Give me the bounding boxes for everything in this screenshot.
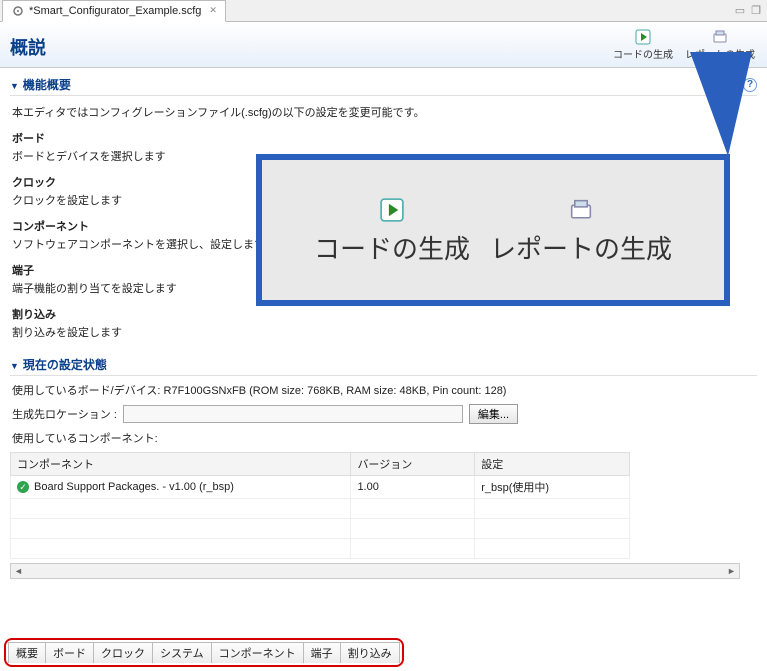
status-section-title: 現在の設定状態 <box>23 356 107 373</box>
col-version: バージョン <box>351 453 475 476</box>
tab-component[interactable]: コンポーネント <box>212 642 304 663</box>
code-gen-button[interactable]: コードの生成 <box>611 26 675 63</box>
status-section-header[interactable]: 現在の設定状態 <box>10 354 757 376</box>
overview-item: 割り込み 割り込みを設定します <box>12 306 755 340</box>
location-label: 生成先ロケーション : <box>12 406 117 422</box>
code-gen-icon <box>377 195 407 225</box>
tab-overview[interactable]: 概要 <box>8 642 46 663</box>
report-gen-icon <box>711 28 729 46</box>
code-gen-label: コードの生成 <box>613 46 673 61</box>
header-row: 概説 コードの生成 レポートの生成 <box>0 22 767 68</box>
report-gen-icon <box>566 195 596 225</box>
page-title: 概説 <box>10 34 46 60</box>
board-device-line: 使用しているボード/デバイス: R7F100GSNxFB (ROM size: … <box>12 382 755 398</box>
overview-section-header[interactable]: 機能概要 ? <box>10 74 757 96</box>
zoom-code-gen-button: コードの生成 <box>314 195 470 266</box>
zoom-code-gen-label: コードの生成 <box>314 229 470 266</box>
col-component: コンポーネント <box>11 453 351 476</box>
help-icon[interactable]: ? <box>743 78 757 92</box>
tab-pin[interactable]: 端子 <box>304 642 341 663</box>
tab-system[interactable]: システム <box>153 642 212 663</box>
collapse-icon <box>10 78 19 92</box>
close-icon[interactable]: ✕ <box>209 5 217 16</box>
horizontal-scrollbar[interactable]: ◄ ► <box>10 563 740 579</box>
component-config: r_bsp(使用中) <box>475 476 630 499</box>
table-row <box>11 499 630 519</box>
report-gen-label: レポートの生成 <box>685 46 755 61</box>
table-row <box>11 539 630 559</box>
component-version: 1.00 <box>351 476 475 499</box>
check-icon: ✓ <box>17 481 29 493</box>
bottom-tabs-group: 概要 ボード クロック システム コンポーネント 端子 割り込み <box>4 638 404 667</box>
zoom-callout: コードの生成 レポートの生成 <box>256 154 730 306</box>
overview-intro: 本エディタではコンフィグレーションファイル(.scfg)の以下の設定を変更可能で… <box>12 104 755 120</box>
report-gen-button[interactable]: レポートの生成 <box>683 26 757 63</box>
scroll-left-icon[interactable]: ◄ <box>11 566 26 576</box>
browse-button[interactable]: 編集... <box>469 404 518 424</box>
editor-tab-filename: *Smart_Configurator_Example.scfg <box>29 5 201 17</box>
zoom-report-gen-label: レポートの生成 <box>490 229 672 266</box>
collapse-icon <box>10 358 19 372</box>
content-area: 機能概要 ? 本エディタではコンフィグレーションファイル(.scfg)の以下の設… <box>0 68 767 628</box>
tab-interrupt[interactable]: 割り込み <box>341 642 400 663</box>
table-row <box>11 519 630 539</box>
col-config: 設定 <box>475 453 630 476</box>
overview-item-desc: 割り込みを設定します <box>12 324 755 340</box>
overview-item-heading: 割り込み <box>12 306 755 322</box>
zoom-report-gen-button: レポートの生成 <box>490 195 672 266</box>
overview-item-heading: ボード <box>12 130 755 146</box>
overview-section-title: 機能概要 <box>23 76 71 93</box>
component-name: Board Support Packages. - v1.00 (r_bsp) <box>34 481 234 493</box>
components-table: コンポーネント バージョン 設定 ✓ Board Support Package… <box>10 452 630 559</box>
editor-tab[interactable]: *Smart_Configurator_Example.scfg ✕ <box>2 0 226 22</box>
code-gen-icon <box>634 28 652 46</box>
minimize-icon[interactable]: ▭ <box>735 4 745 17</box>
scroll-right-icon[interactable]: ► <box>724 566 739 576</box>
gear-icon <box>11 4 25 18</box>
table-row[interactable]: ✓ Board Support Packages. - v1.00 (r_bsp… <box>11 476 630 499</box>
tab-board[interactable]: ボード <box>46 642 94 663</box>
location-input[interactable] <box>123 405 463 423</box>
editor-tab-bar: *Smart_Configurator_Example.scfg ✕ ▭ ❐ <box>0 0 767 22</box>
maximize-icon[interactable]: ❐ <box>751 4 761 17</box>
tab-clock[interactable]: クロック <box>94 642 153 663</box>
components-label: 使用しているコンポーネント: <box>12 430 755 446</box>
